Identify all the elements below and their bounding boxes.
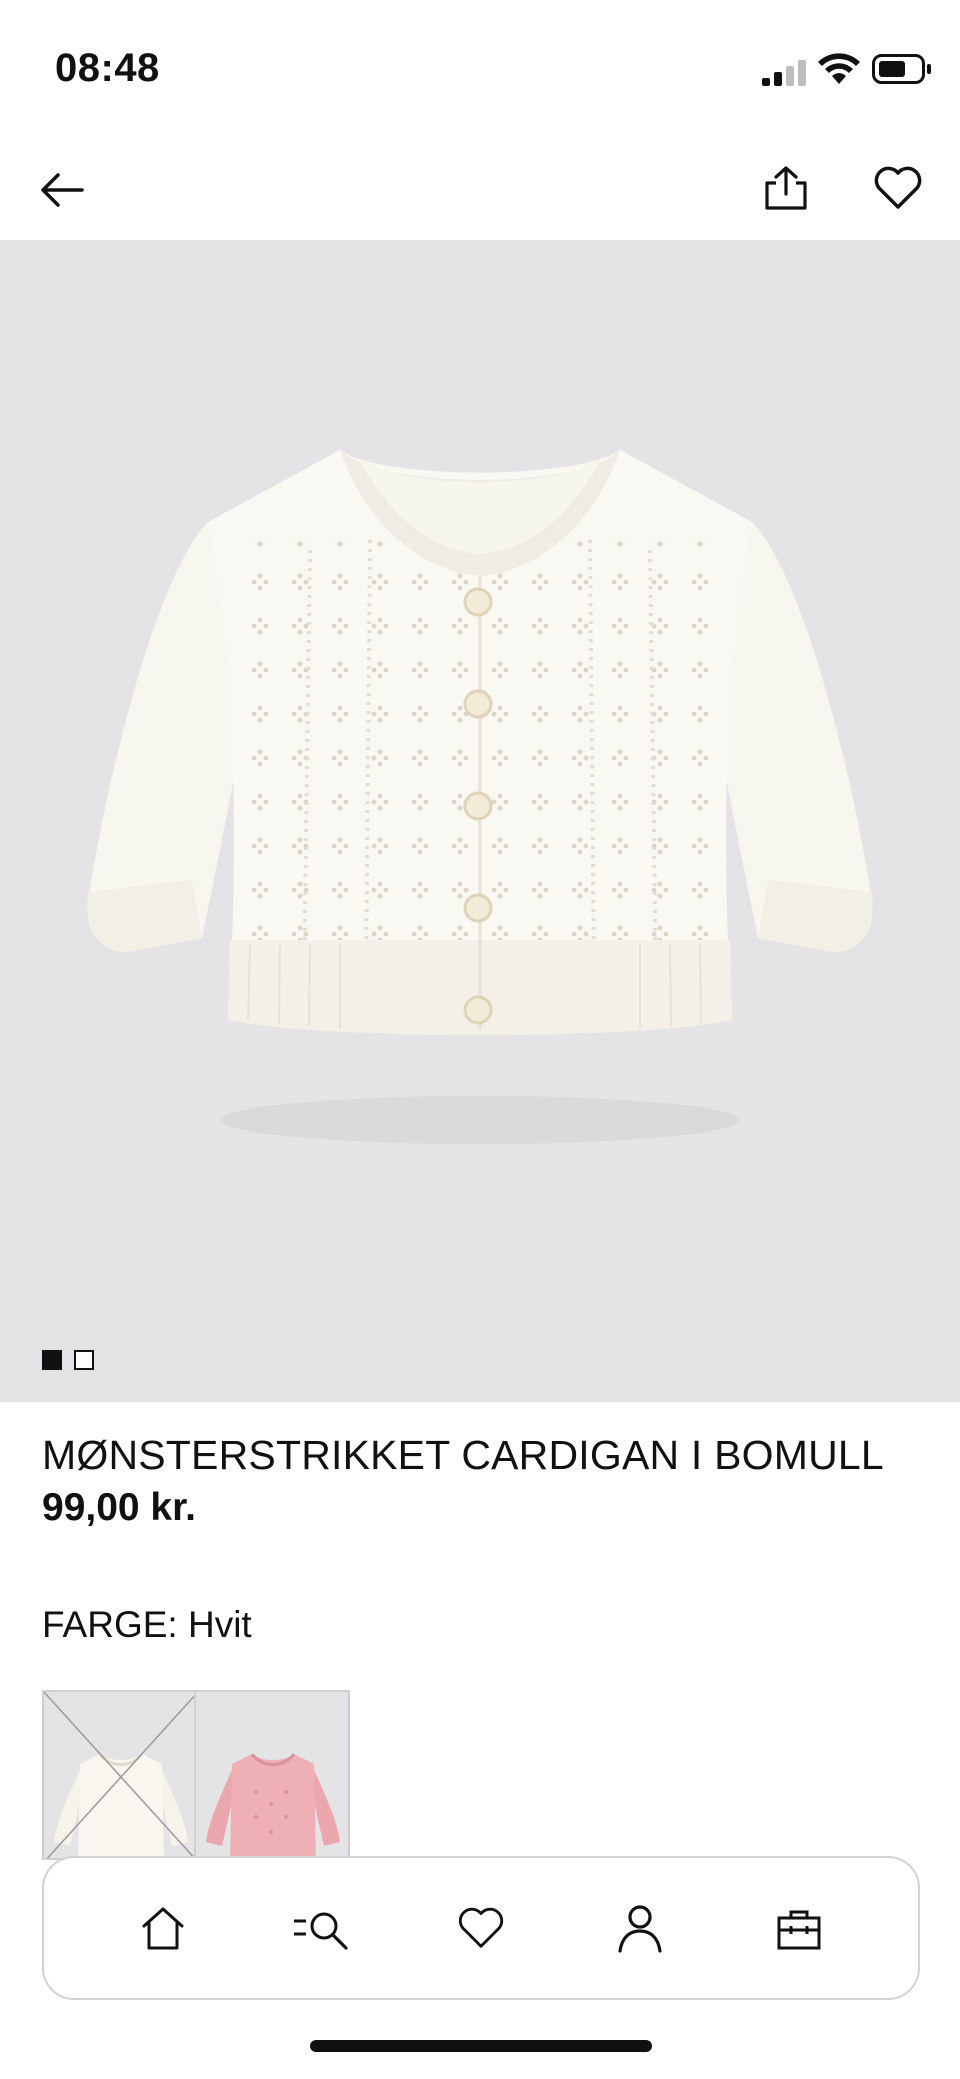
tab-favorites[interactable] — [441, 1888, 521, 1968]
product-detail-screen: 08:48 MØNSTERSTRIKKET CARDIGAN I BOMULL … — [0, 0, 960, 2079]
status-time: 08:48 — [55, 46, 160, 90]
gallery-dot-2[interactable] — [74, 1350, 94, 1370]
user-icon — [618, 1905, 662, 1953]
bottom-tab-bar — [42, 1856, 920, 2000]
tab-bag[interactable] — [759, 1888, 839, 1968]
swatch-white[interactable] — [42, 1690, 196, 1860]
share-icon — [765, 166, 807, 210]
tab-home[interactable] — [123, 1888, 203, 1968]
favorite-button[interactable] — [870, 160, 926, 216]
product-image-gallery[interactable] — [0, 240, 960, 1402]
cellular-signal-icon — [762, 60, 806, 86]
cardigan-product-image — [87, 450, 873, 1144]
swatch-pink[interactable] — [196, 1690, 350, 1860]
tab-account[interactable] — [600, 1888, 680, 1968]
shopping-bag-icon — [777, 1910, 821, 1950]
battery-icon — [872, 54, 931, 84]
heart-icon — [874, 166, 922, 209]
product-price: 99,00 kr. — [42, 1486, 196, 1529]
gallery-dot-1[interactable] — [42, 1350, 62, 1370]
status-bar: 08:48 — [0, 0, 960, 130]
home-icon — [142, 1907, 184, 1950]
pink-cardigan-thumbnail — [206, 1753, 340, 1858]
color-swatches — [42, 1690, 350, 1860]
heart-icon — [458, 1907, 504, 1948]
home-indicator — [310, 2040, 652, 2052]
arrow-left-icon — [41, 173, 84, 207]
share-button[interactable] — [758, 160, 814, 216]
tab-search[interactable] — [282, 1888, 362, 1968]
product-title: MØNSTERSTRIKKET CARDIGAN I BOMULL — [42, 1432, 884, 1478]
wifi-icon — [818, 53, 860, 84]
color-label: FARGE: Hvit — [42, 1604, 252, 1645]
white-cardigan-thumbnail — [44, 1692, 194, 1858]
search-icon — [294, 1912, 348, 1950]
top-nav-bar — [0, 140, 960, 240]
gallery-pagination — [42, 1350, 94, 1370]
back-button[interactable] — [34, 162, 90, 218]
